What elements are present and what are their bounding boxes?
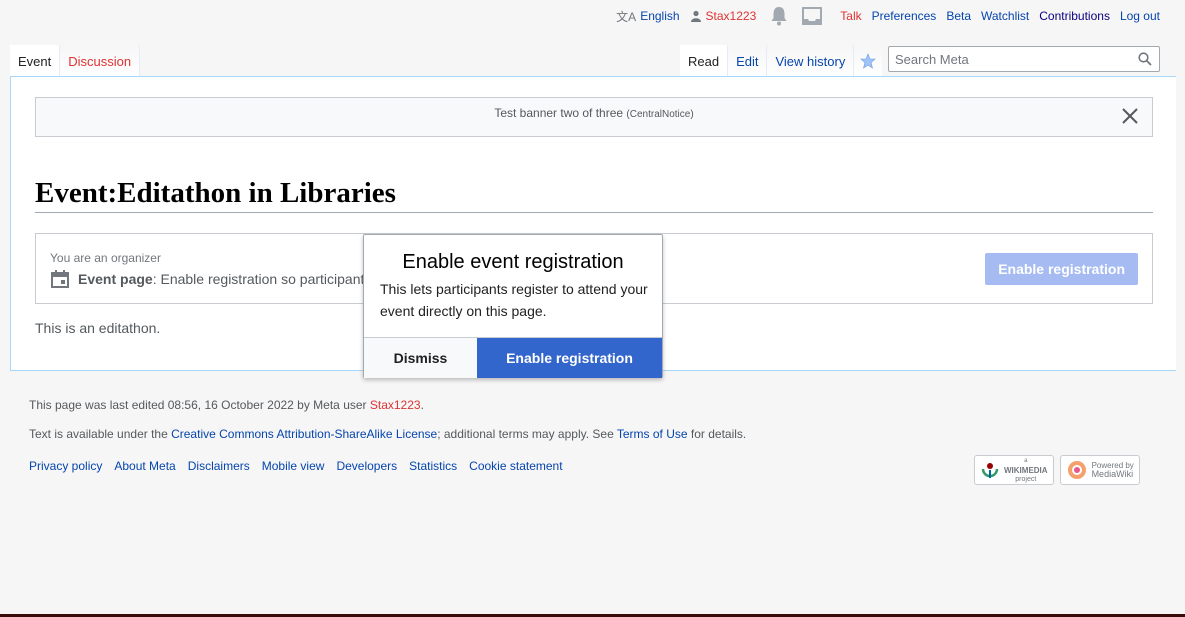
user-icon [690, 10, 701, 22]
popup-enable-registration-button[interactable]: Enable registration [477, 338, 662, 378]
central-notice-banner: Test banner two of three (CentralNotice) [35, 97, 1153, 137]
notifications-bell[interactable] [770, 6, 788, 26]
tab-read[interactable]: Read [680, 45, 729, 77]
footer-link-about[interactable]: About Meta [114, 459, 175, 473]
username: Stax1223 [705, 9, 757, 23]
personal-tools: 文A English Stax1223 Talk Preferences Bet… [606, 0, 1185, 32]
language-selector[interactable]: 文A English [616, 8, 679, 25]
organizer-note: You are an organizer [50, 251, 161, 265]
logout-link[interactable]: Log out [1120, 9, 1160, 23]
tab-edit[interactable]: Edit [728, 45, 768, 77]
translate-icon: 文A [616, 9, 637, 24]
terms-of-use-link[interactable]: Terms of Use [617, 427, 688, 441]
search-button[interactable] [1131, 52, 1159, 66]
banner-text: Test banner two of three [494, 106, 624, 120]
wikimedia-logo-icon [981, 463, 999, 478]
tab-event[interactable]: Event [10, 45, 61, 77]
view-tabs: Read Edit View history [680, 45, 883, 77]
footer-link-mobile[interactable]: Mobile view [262, 459, 325, 473]
footer-link-statistics[interactable]: Statistics [409, 459, 457, 473]
namespace-tabs: Event Discussion [10, 45, 141, 77]
body-text: This is an editathon. [35, 320, 161, 336]
license-link[interactable]: Creative Commons Attribution-ShareAlike … [171, 427, 437, 441]
enable-registration-button[interactable]: Enable registration [985, 253, 1138, 285]
star-icon [860, 53, 877, 69]
preferences-link[interactable]: Preferences [872, 9, 937, 23]
talk-link[interactable]: Talk [840, 9, 861, 23]
popup-actions: Dismiss Enable registration [364, 337, 662, 378]
footer-user-link[interactable]: Stax1223 [370, 398, 421, 412]
footer-links: Privacy policy About Meta Disclaimers Mo… [29, 459, 563, 473]
footer-last-edited: This page was last edited 08:56, 16 Octo… [29, 398, 424, 412]
tray-icon [802, 7, 823, 25]
beta-link[interactable]: Beta [946, 9, 971, 23]
language-label: English [640, 9, 680, 23]
tab-discussion[interactable]: Discussion [60, 45, 141, 77]
popup-title: Enable event registration [402, 251, 624, 273]
calendar-icon [51, 270, 69, 288]
event-page-label: Event page [78, 271, 153, 287]
tab-view-history[interactable]: View history [767, 45, 855, 77]
footer-link-privacy[interactable]: Privacy policy [29, 459, 102, 473]
search-input[interactable] [895, 51, 1131, 67]
search-box [888, 46, 1160, 72]
watch-star-button[interactable] [854, 45, 883, 77]
banner-close-button[interactable] [1120, 106, 1140, 126]
footer-link-developers[interactable]: Developers [336, 459, 397, 473]
banner-tag: (CentralNotice) [626, 109, 694, 120]
dismiss-button[interactable]: Dismiss [364, 338, 477, 378]
enable-registration-popup: Enable event registration This lets part… [363, 234, 663, 378]
watchlist-link[interactable]: Watchlist [981, 9, 1029, 23]
close-icon [1122, 108, 1138, 124]
wikimedia-badge[interactable]: a WIKIMEDIA project [974, 455, 1054, 485]
footer-badges: a WIKIMEDIA project Powered by MediaWiki [974, 455, 1140, 485]
contributions-link[interactable]: Contributions [1039, 9, 1110, 23]
bell-icon [771, 7, 787, 26]
notices-tray[interactable] [802, 7, 823, 25]
user-page-link[interactable]: Stax1223 [690, 9, 757, 23]
mediawiki-logo-icon [1067, 461, 1086, 479]
footer-license: Text is available under the Creative Com… [29, 427, 747, 441]
footer-link-cookie[interactable]: Cookie statement [469, 459, 562, 473]
footer-link-disclaimers[interactable]: Disclaimers [188, 459, 250, 473]
mediawiki-badge[interactable]: Powered by MediaWiki [1059, 455, 1140, 485]
popup-body: This lets participants register to atten… [380, 281, 648, 319]
search-icon [1138, 52, 1152, 66]
page-title: Event:Editathon in Libraries [35, 177, 1153, 213]
